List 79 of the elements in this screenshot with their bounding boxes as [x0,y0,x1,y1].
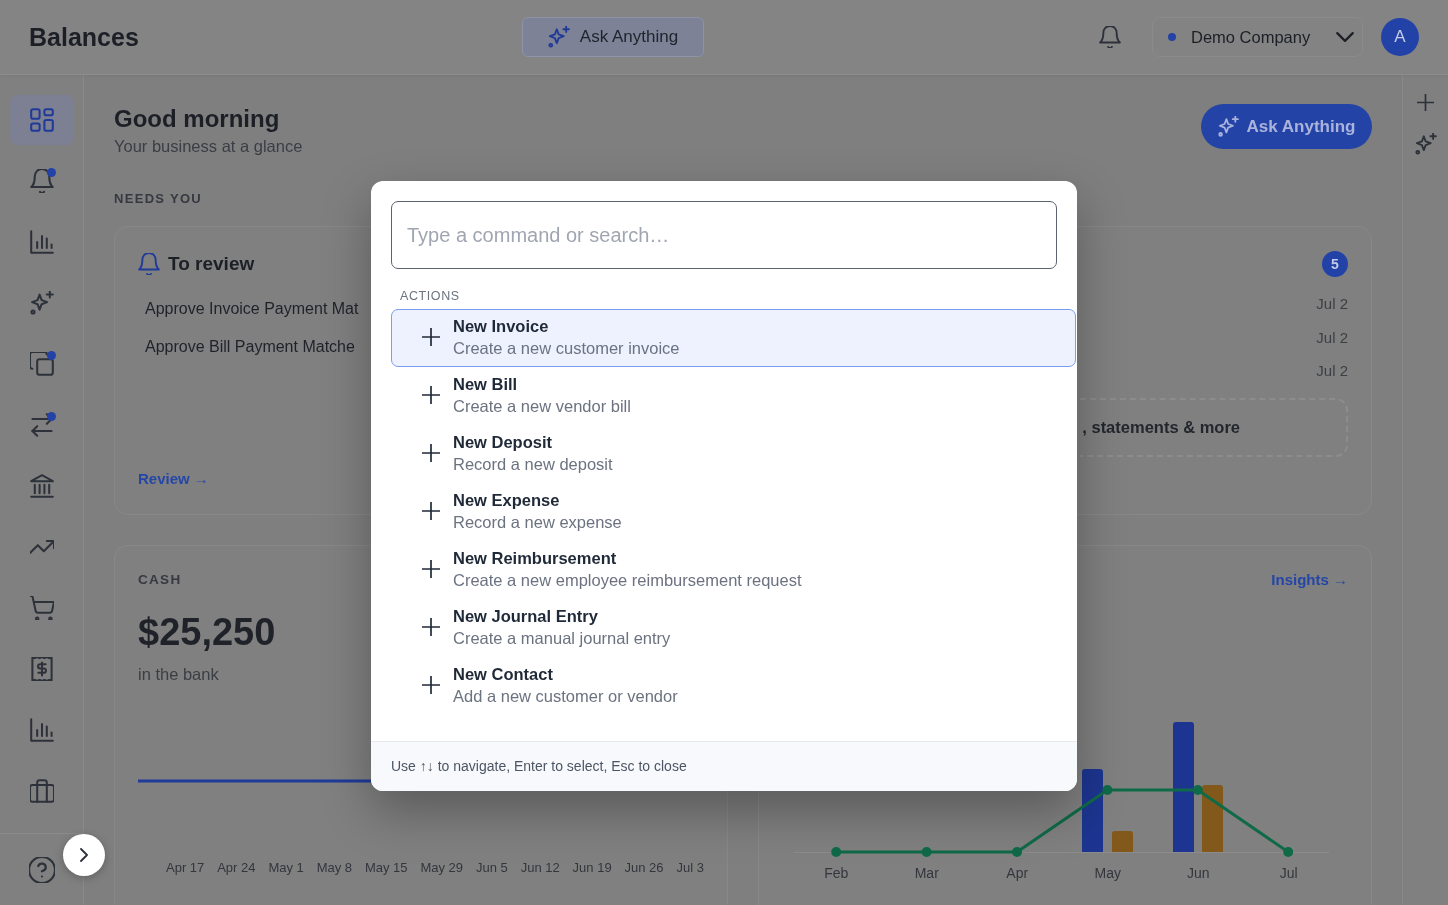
status-dot-icon [1168,33,1176,41]
axis-label: May 15 [364,859,408,877]
greeting-subtitle: Your business at a glance [114,136,303,157]
bell-icon[interactable] [1099,26,1121,48]
cash-amount: $25,250 [138,610,276,655]
axis-label: Jun 12 [520,859,560,877]
app-title: Balances [29,21,139,52]
expand-sidebar-button[interactable] [63,834,105,876]
plus-icon [422,618,440,636]
axis-label: May 1 [268,859,304,877]
command-option[interactable]: New Journal Entry Create a manual journal entry [391,599,1076,657]
plus-icon [422,444,440,462]
sparkle-icon [1217,116,1239,137]
plus-icon [422,502,440,520]
date-text: Jul 2 [1316,327,1348,348]
command-search-field[interactable]: Type a command or search… [391,201,1057,269]
chevron-right-icon [77,848,91,862]
arrows-icon [29,413,54,437]
greeting-title: Good morning [114,104,281,133]
drop-zone-text: , statements & more [1082,417,1240,439]
axis-label: Jun 19 [572,859,612,877]
axis-label: May 29 [420,859,464,877]
axis-label: Mar [914,864,939,882]
notification-dot-icon [46,168,56,177]
grid-icon [29,108,54,132]
command-option[interactable]: New Bill Create a new vendor bill [391,367,1076,425]
axis-label: May 8 [316,859,353,877]
notification-dot-icon [46,412,56,421]
card-label: CASH [138,572,182,588]
sparkle-icon[interactable] [1414,133,1437,155]
bell-icon [29,169,54,193]
user-avatar[interactable]: A [1381,18,1419,56]
keyboard-hint: Use ↑↓ to navigate, Enter to select, Esc to close [391,757,687,776]
cash-caption: in the bank [138,664,219,685]
cart-icon [29,596,54,620]
review-item[interactable]: Approve Bill Payment Matche [138,335,355,359]
plus-icon [422,560,440,578]
command-option[interactable]: New Contact Add a new customer or vendor [391,657,1076,715]
section-heading: NEEDS YOU [114,191,203,207]
drop-zone[interactable]: , statements & more [1080,398,1348,457]
review-item[interactable]: Approve Invoice Payment Mat [138,297,359,321]
axis-label: Apr 17 [166,859,205,877]
plus-icon [422,676,440,694]
bell-icon [138,253,160,275]
copy-icon [29,352,54,376]
section-label: ACTIONS [400,288,460,304]
axis-label: Apr [1006,864,1029,882]
count-badge: 5 [1322,251,1348,277]
bar-chart-icon [29,718,54,742]
ask-anything-button[interactable]: Ask Anything [1201,104,1372,149]
axis-label: Jun [1186,864,1210,882]
plus-icon[interactable] [1417,94,1434,111]
company-selector[interactable]: Demo Company [1152,17,1363,57]
command-option[interactable]: New Expense Record a new expense [391,483,1076,541]
help-icon[interactable] [28,856,55,883]
plus-icon [422,386,440,404]
sidebar-nav-item[interactable] [9,95,74,145]
sparkle-icon [29,291,54,315]
bank-icon [29,474,54,498]
ask-anything-button[interactable]: Ask Anything [522,17,704,57]
axis-label: Jul [1279,864,1298,882]
axis-label: Jul 3 [676,859,704,877]
card-title: To review [168,252,255,276]
plus-icon [422,328,440,346]
axis-label: Jun 5 [475,859,508,877]
receipt-icon [29,657,54,681]
command-option[interactable]: New Invoice Create a new customer invoice [391,309,1076,367]
sparkle-icon [547,26,570,48]
axis-label: Feb [824,864,849,882]
bar-chart-icon [29,230,54,254]
notification-dot-icon [46,351,56,360]
command-option[interactable]: New Reimbursement Create a new employee reimbursement request [391,541,1076,599]
axis-label: Jun 26 [624,859,664,877]
axis-label: Apr 24 [217,859,256,877]
briefcase-icon [29,779,54,803]
command-option[interactable]: New Deposit Record a new deposit [391,425,1076,483]
axis-label: May [1094,864,1121,882]
date-text: Jul 2 [1316,361,1348,381]
date-text: Jul 2 [1316,294,1348,314]
